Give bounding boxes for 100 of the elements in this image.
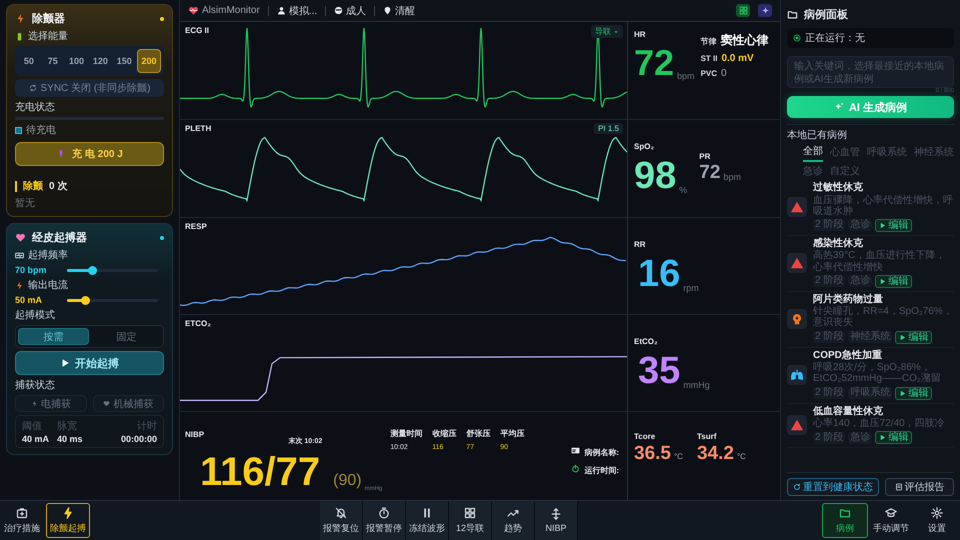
runtime-label: 运行时间: — [584, 465, 619, 476]
toolbar-button[interactable]: 冻结波形 — [406, 501, 449, 540]
temperature-value: 34.2 — [696, 443, 734, 465]
case-tag: 2 阶段 — [813, 275, 846, 288]
mode-option[interactable]: 固定 — [92, 328, 161, 345]
toolbar-button[interactable]: 设置 — [914, 501, 960, 540]
case-title[interactable]: 阿片类药物过量 — [813, 294, 954, 306]
heart-icon — [15, 232, 26, 243]
toolbar-button[interactable]: 12导联 — [449, 501, 492, 540]
section-label: 起搏频率 — [28, 248, 68, 262]
panel-title: 病例面板 — [804, 8, 848, 22]
vital-label: Tsurf — [696, 432, 718, 441]
case-title[interactable]: COPD急性加重 — [813, 350, 954, 362]
play-icon — [899, 390, 906, 396]
vital-label: PR — [699, 152, 712, 161]
report-button[interactable]: 评估报告 — [885, 478, 954, 496]
toolbar-button[interactable]: 治疗措施 — [0, 501, 44, 540]
status-item[interactable]: 模拟... — [288, 4, 318, 18]
toolbar-button[interactable]: 除颤起搏 — [46, 503, 90, 538]
energy-option[interactable]: 120 — [89, 49, 112, 73]
power-icon — [571, 464, 580, 473]
wave-label: ETCO₂ — [185, 319, 211, 328]
case-description: 针尖瞳孔，RR=4，SpO₂76%，意识丧失 — [813, 306, 954, 329]
grid-button[interactable] — [736, 4, 750, 17]
pulse-icon — [15, 250, 24, 260]
sparkle-icon — [760, 6, 770, 15]
energy-option[interactable]: 75 — [42, 49, 64, 73]
wave-label: PLETH — [185, 124, 212, 133]
vital-unit: bpm — [723, 172, 741, 182]
case-title[interactable]: 感染性休克 — [813, 238, 954, 250]
nibp-value: 116/77 — [200, 452, 320, 492]
bolt-icon — [15, 13, 26, 24]
capture-button[interactable]: 电捕获 — [15, 395, 86, 412]
stat-label: 阈值 — [22, 420, 43, 433]
temperature-unit: °C — [736, 452, 746, 461]
vertical-arrows-icon — [550, 508, 562, 520]
vital-label: 节律 — [700, 36, 717, 47]
toolbar-button[interactable]: 病例 — [822, 503, 868, 538]
nibp-mean: (90) — [333, 472, 362, 490]
energy-option[interactable]: 200 — [137, 49, 161, 73]
energy-option[interactable]: 100 — [66, 49, 88, 73]
case-tag: 急诊 — [848, 275, 872, 288]
charge-button[interactable]: 充 电 200 J — [15, 142, 164, 166]
sparkle-icon — [834, 102, 844, 112]
column-header: 舒张压 — [466, 428, 490, 439]
wave-label: ECG II — [185, 26, 210, 35]
stat-label: 计时 — [137, 420, 157, 433]
toolbar-button[interactable]: 趋势 — [492, 501, 535, 540]
toolbar-button[interactable]: 报警暂停 — [363, 501, 406, 540]
capture-button[interactable]: 机械捕获 — [92, 395, 164, 412]
case-description: 心率140，血压72/40，四肢冷 — [813, 418, 945, 430]
refresh-icon — [793, 483, 801, 491]
edit-button[interactable]: 编辑 — [875, 431, 912, 444]
running-status-text: 正在运行：无 — [805, 32, 865, 45]
mode-option[interactable]: 按需 — [18, 328, 89, 345]
slider-thumb[interactable] — [88, 266, 97, 274]
case-tag: 神经系统 — [848, 331, 892, 344]
case-description: 血压骤降，心率代偿性增快，呼吸道水肿 — [813, 194, 954, 217]
lead-dropdown[interactable]: 导联 — [591, 25, 623, 38]
vital-value: 98 — [634, 157, 676, 195]
vital-unit: mmHg — [683, 380, 710, 390]
slider-thumb[interactable] — [81, 296, 90, 304]
stat-value: 40 mA — [22, 434, 50, 444]
case-tag: 2 阶段 — [813, 331, 846, 344]
accent-bar — [15, 180, 17, 192]
filter-tab[interactable]: 全部 — [803, 144, 823, 162]
status-item[interactable]: 成人 — [346, 4, 366, 18]
pulse-rate-value: 72 — [699, 163, 720, 182]
edit-button[interactable]: 编辑 — [875, 274, 912, 288]
vital-unit: bpm — [677, 71, 695, 81]
charge-state: 待充电 — [26, 124, 56, 137]
edit-button[interactable]: 编辑 — [895, 330, 932, 344]
person-icon — [276, 6, 286, 15]
pin-icon — [383, 6, 392, 15]
column-header: 平均压 — [500, 428, 524, 439]
sync-button[interactable]: SYNC 关闭 (非同步除颤) — [15, 79, 164, 97]
sparkle-button[interactable] — [758, 4, 772, 17]
toolbar-button[interactable]: 报警复位 — [320, 501, 363, 540]
start-pacing-button[interactable]: 开始起搏 — [15, 351, 164, 375]
energy-option[interactable]: 150 — [113, 49, 136, 73]
toolbar-button[interactable]: NIBP — [535, 501, 578, 540]
target-icon — [793, 34, 801, 42]
status-item[interactable]: 清醒 — [395, 4, 416, 18]
edit-button[interactable]: 编辑 — [875, 218, 912, 232]
sync-icon — [28, 84, 36, 92]
reset-button[interactable]: 重置到健康状态 — [787, 478, 879, 496]
edit-button[interactable]: 编辑 — [895, 386, 932, 400]
section-label: 捕获状态 — [15, 378, 56, 392]
case-tag: 2 阶段 — [813, 387, 846, 399]
shock-label: 除颤 — [23, 179, 43, 193]
toolbar-button[interactable]: 手动调节 — [868, 501, 914, 540]
energy-option[interactable]: 50 — [18, 49, 40, 73]
temperature-value: 36.5 — [634, 443, 671, 465]
case-title[interactable]: 过敏性休克 — [813, 182, 954, 194]
folder-icon — [787, 8, 798, 20]
case-title[interactable]: 低血容量性休克 — [813, 406, 945, 417]
keyword-input[interactable]: 输入关键词，选择最接近的本地病例或AI生成新病例 — [787, 56, 954, 88]
stopwatch-icon — [378, 506, 390, 518]
rate-slider[interactable] — [67, 268, 158, 272]
heart-pulse-icon — [188, 5, 199, 16]
